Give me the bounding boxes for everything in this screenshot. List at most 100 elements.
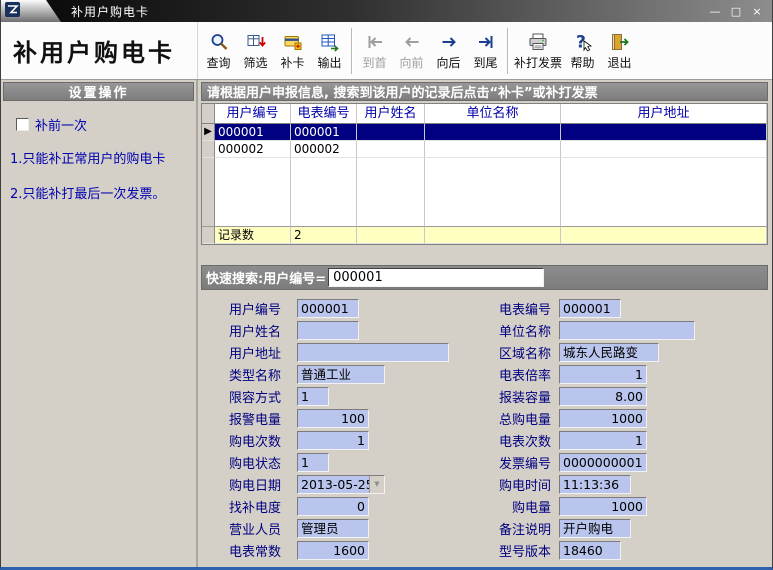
field-purchase-count[interactable]: 1 [297, 431, 369, 450]
table-cell [561, 209, 767, 226]
form-row: 电表常数1600型号版本18460 [229, 539, 768, 561]
table-cell [215, 175, 291, 192]
field-operator[interactable]: 管理员 [297, 519, 369, 538]
row-selector [202, 226, 215, 244]
table-row[interactable]: 000002000002 [202, 141, 767, 158]
toolbar-button-go-next[interactable]: 向后 [430, 25, 467, 77]
minimize-icon[interactable]: — [706, 4, 724, 19]
toolbar-button-reissue-card[interactable]: 补卡 [274, 25, 311, 77]
field-purchase-time[interactable]: 11:13:36 [559, 475, 631, 494]
form-field-total-purchase-energy: 总购电量1000 [467, 409, 647, 428]
form-row: 营业人员管理员备注说明开户购电 [229, 517, 768, 539]
field-purchase-status[interactable]: 1 [297, 453, 329, 472]
page-title: 补用户购电卡 [1, 22, 198, 79]
record-count-label: 记录数 [215, 226, 291, 244]
table-cell [357, 158, 425, 175]
row-selector-header [202, 104, 215, 124]
table-cell [425, 175, 561, 192]
toolbar-button-go-first[interactable]: 到首 [356, 25, 393, 77]
field-area-name[interactable]: 城东人民路变 [559, 343, 659, 362]
empty-row [202, 175, 767, 192]
column-header[interactable]: 用户地址 [561, 104, 767, 124]
sidebar-header: 设置操作 [3, 82, 194, 101]
checkbox-icon[interactable] [16, 118, 29, 131]
field-model-version[interactable]: 18460 [559, 541, 621, 560]
field-user-id[interactable]: 000001 [297, 299, 359, 318]
field-meter-id[interactable]: 000001 [559, 299, 621, 318]
field-meter-constant[interactable]: 1600 [297, 541, 369, 560]
column-header[interactable]: 电表编号 [291, 104, 357, 124]
field-remark[interactable]: 开户购电 [559, 519, 631, 538]
toolbar-button-label: 到首 [362, 54, 386, 71]
field-capacity-limit-mode[interactable]: 1 [297, 387, 329, 406]
form-field-user-name: 用户姓名 [229, 321, 467, 340]
titlebar-tab [1, 0, 61, 22]
field-installed-capacity[interactable]: 8.00 [559, 387, 647, 406]
sidebar: 设置操作 补前一次 1.只能补正常用户的购电卡2.只能补打最后一次发票。 [1, 80, 198, 567]
toolbar-button-export[interactable]: 输出 [311, 25, 348, 77]
field-alarm-energy[interactable]: 100 [297, 409, 369, 428]
form-field-area-name: 区域名称城东人民路变 [467, 343, 659, 362]
records-table: 用户编号电表编号用户姓名单位名称用户地址▶0000010000010000020… [201, 103, 768, 245]
table-cell [291, 209, 357, 226]
toolbar-button-go-last[interactable]: 到尾 [467, 25, 504, 77]
search-input[interactable] [328, 268, 544, 287]
window-controls: — □ × [706, 4, 772, 19]
toolbar-button-filter[interactable]: 筛选 [237, 25, 274, 77]
toolbar-button-label: 筛选 [243, 54, 267, 71]
form-row: 用户编号000001电表编号000001 [229, 297, 768, 319]
field-label-purchase-date: 购电日期 [229, 475, 291, 494]
dropdown-icon[interactable]: ▼ [369, 476, 384, 493]
field-label-meter-constant: 电表常数 [229, 541, 291, 560]
close-icon[interactable]: × [748, 4, 766, 19]
field-label-installed-capacity: 报装容量 [467, 387, 551, 406]
previous-once-checkbox-row[interactable]: 补前一次 [16, 115, 194, 134]
toolbar-button-label: 退出 [608, 54, 632, 71]
form-field-user-id: 用户编号 000001 [229, 299, 467, 318]
field-unit-name[interactable] [559, 321, 695, 340]
field-total-purchase-energy[interactable]: 1000 [559, 409, 647, 428]
toolbar-button-help[interactable]: ?帮助 [564, 25, 601, 77]
field-purchase-energy[interactable]: 1000 [559, 497, 647, 516]
toolbar-button-reprint-invoice[interactable]: 补打发票 [512, 25, 564, 77]
maximize-icon[interactable]: □ [727, 4, 745, 19]
toolbar-button-label: 帮助 [571, 54, 595, 71]
field-label-purchase-status: 购电状态 [229, 453, 291, 472]
field-type-name[interactable]: 普通工业 [297, 365, 385, 384]
column-header[interactable]: 单位名称 [425, 104, 561, 124]
page-header: 补用户购电卡 查询筛选补卡输出到首向前向后到尾补打发票?帮助退出 [1, 22, 772, 80]
table-cell: 000001 [215, 124, 291, 141]
field-label-user-id: 用户编号 [229, 299, 291, 318]
table-cell [425, 192, 561, 209]
table-cell: 000001 [291, 124, 357, 141]
field-user-name[interactable] [297, 321, 359, 340]
form-field-purchase-energy: 购电量 1000 [467, 497, 647, 516]
toolbar-button-exit[interactable]: 退出 [601, 25, 638, 77]
column-header[interactable]: 用户编号 [215, 104, 291, 124]
last-icon [476, 31, 496, 53]
table-cell [215, 209, 291, 226]
content-area: 设置操作 补前一次 1.只能补正常用户的购电卡2.只能补打最后一次发票。 请根据… [1, 80, 772, 567]
detail-form: 用户编号000001电表编号000001用户姓名单位名称用户地址区域名称城东人民… [201, 290, 768, 567]
form-row: 类型名称普通工业电表倍率1 [229, 363, 768, 385]
field-purchase-date[interactable]: 2013-05-25▼ [297, 475, 385, 494]
field-meter-count[interactable]: 1 [559, 431, 647, 450]
search-icon [209, 31, 229, 53]
table-row[interactable]: ▶000001000001 [202, 124, 767, 141]
row-selector [202, 192, 215, 209]
form-field-unit-name: 单位名称 [467, 321, 695, 340]
sidebar-note: 1.只能补正常用户的购电卡 [10, 151, 190, 169]
empty-row [202, 192, 767, 209]
field-user-address[interactable] [297, 343, 449, 362]
invoice-printer-icon [528, 31, 548, 53]
toolbar-button-go-previous[interactable]: 向前 [393, 25, 430, 77]
form-row: 购电次数1电表次数1 [229, 429, 768, 451]
field-adjust-energy[interactable]: 0 [297, 497, 369, 516]
toolbar-button-label: 补卡 [280, 54, 304, 71]
field-meter-ratio[interactable]: 1 [559, 365, 647, 384]
toolbar-button-query[interactable]: 查询 [200, 25, 237, 77]
field-invoice-number[interactable]: 0000000001 [559, 453, 647, 472]
field-label-remark: 备注说明 [467, 519, 551, 538]
field-label-purchase-energy: 购电量 [467, 497, 551, 516]
column-header[interactable]: 用户姓名 [357, 104, 425, 124]
